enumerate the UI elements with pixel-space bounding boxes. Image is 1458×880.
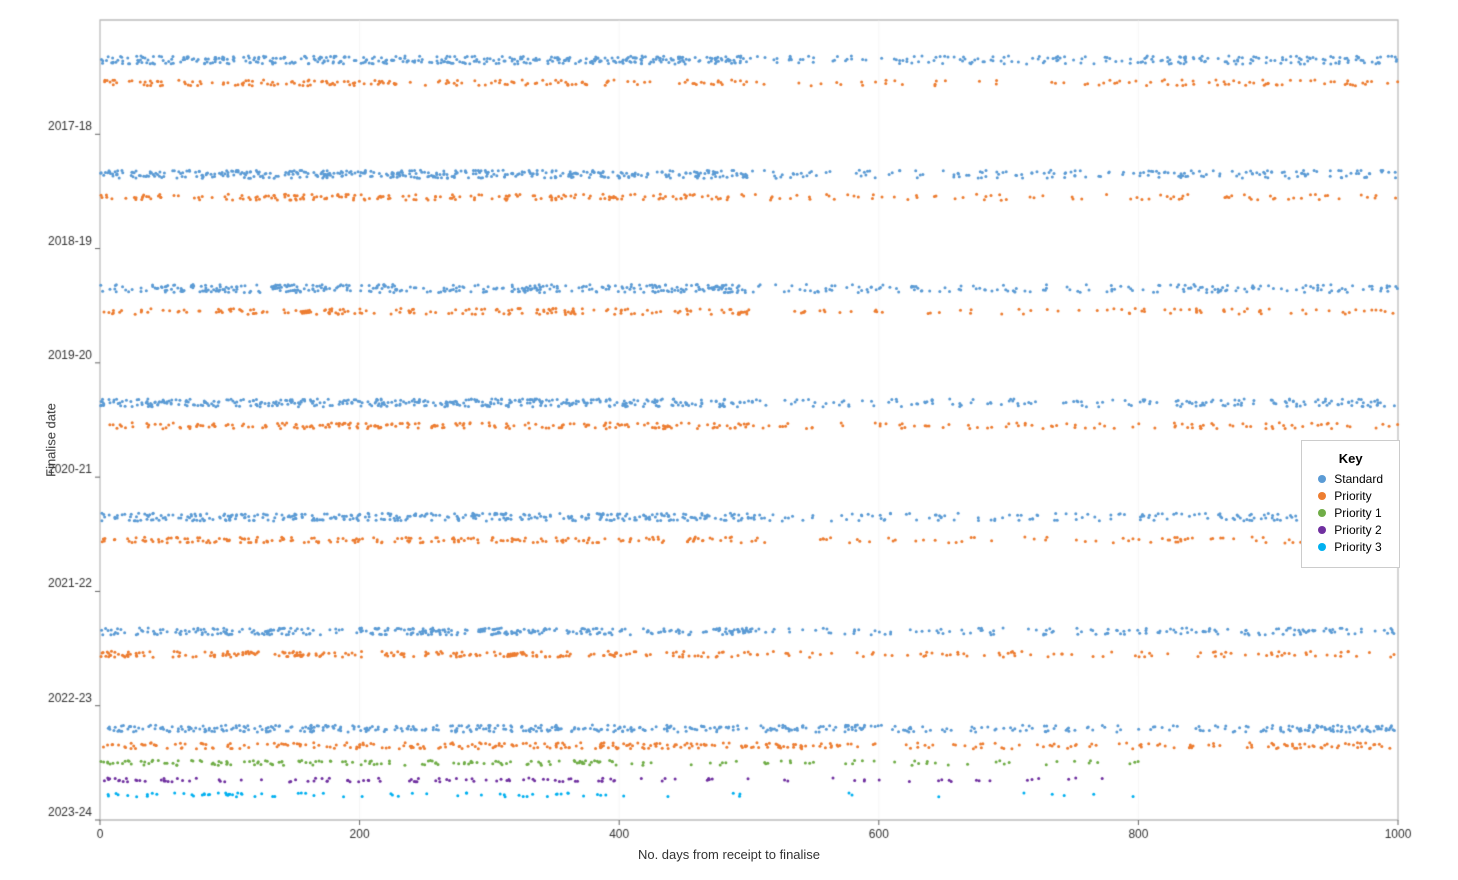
legend-item: Priority 1: [1318, 506, 1383, 520]
legend-item: Standard: [1318, 472, 1383, 486]
legend-box: Key Standard Priority Priority 1 Priority 2…: [1301, 440, 1400, 568]
x-axis-label: No. days from receipt to finalise: [638, 847, 820, 862]
legend-item: Priority: [1318, 489, 1383, 503]
legend-item: Priority 2: [1318, 523, 1383, 537]
legend-title: Key: [1318, 451, 1383, 466]
legend-item: Priority 3: [1318, 540, 1383, 554]
y-axis-label: Finalise date: [43, 403, 58, 477]
chart-container: Finalise date No. days from receipt to f…: [0, 0, 1458, 880]
